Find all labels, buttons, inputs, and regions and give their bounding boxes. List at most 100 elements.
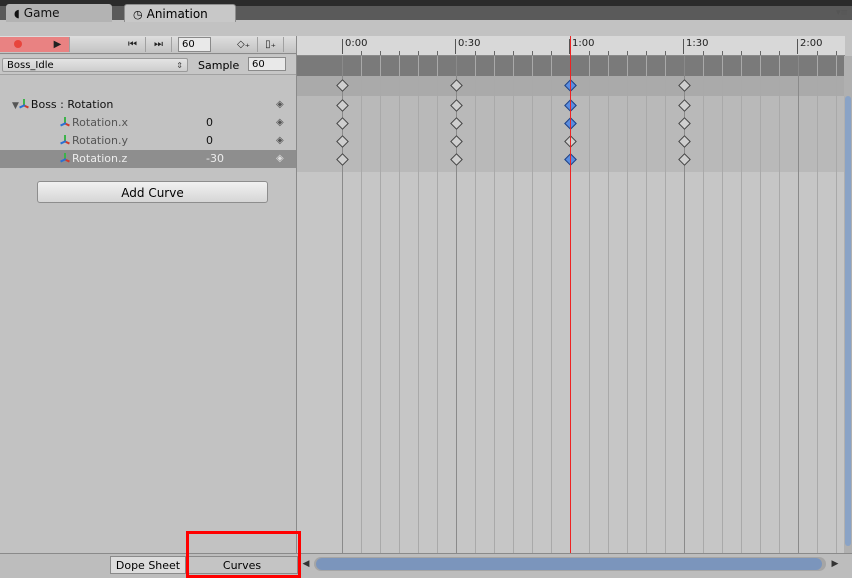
scroll-left-arrow-icon[interactable]: ◀	[300, 556, 312, 572]
grid-line	[551, 56, 552, 556]
time-ruler[interactable]: 0:00 0:30 1:00 1:30 2:00	[297, 36, 845, 56]
rotation-axis-icon	[60, 135, 70, 145]
ruler-minor-tick	[399, 51, 400, 55]
ruler-minor-tick	[475, 51, 476, 55]
ruler-minor-tick	[437, 51, 438, 55]
horizontal-scrollbar[interactable]	[314, 557, 826, 571]
keyframe-diamond-icon[interactable]: ◈	[276, 150, 284, 168]
step-forward-icon: ⏭	[154, 39, 163, 50]
ruler-minor-tick	[646, 51, 647, 55]
rotation-axis-icon	[60, 153, 70, 163]
ruler-minor-tick	[741, 51, 742, 55]
grid-line	[589, 56, 590, 556]
grid-line	[399, 56, 400, 556]
property-row-rotation-x[interactable]: Rotation.x 0 ◈	[0, 114, 296, 132]
grid-line	[342, 56, 343, 556]
clip-dropdown[interactable]: Boss_Idle ⇕	[2, 58, 188, 72]
ruler-minor-tick	[779, 51, 780, 55]
keyframe-diamond-icon[interactable]: ◈	[276, 132, 284, 150]
record-dot-icon	[14, 40, 22, 48]
property-value[interactable]: 0	[206, 132, 246, 150]
ruler-minor-tick	[532, 51, 533, 55]
ruler-minor-tick	[494, 51, 495, 55]
grid-line	[532, 56, 533, 556]
ruler-minor-tick	[608, 51, 609, 55]
grid-line	[494, 56, 495, 556]
ruler-minor-tick	[418, 51, 419, 55]
grid-line	[779, 56, 780, 556]
ruler-minor-tick	[627, 51, 628, 55]
ruler-label: 0:00	[342, 39, 367, 54]
next-keyframe-button[interactable]: ⏭	[146, 37, 172, 52]
tab-animation[interactable]: ◷ Animation	[124, 4, 236, 22]
play-icon: ▶	[53, 39, 62, 50]
clock-icon: ◷	[133, 8, 143, 21]
vertical-scrollbar[interactable]	[844, 56, 852, 556]
property-group-rotation[interactable]: ▼ Boss : Rotation ◈	[0, 96, 296, 114]
grid-line	[741, 56, 742, 556]
ruler-minor-tick	[817, 51, 818, 55]
clip-name: Boss_Idle	[7, 60, 54, 71]
step-back-icon: ⏮	[128, 39, 137, 50]
property-row-rotation-z[interactable]: Rotation.z -30 ◈	[0, 150, 296, 168]
add-event-button[interactable]: ▯₊	[258, 37, 284, 52]
ruler-minor-tick	[703, 51, 704, 55]
property-label: Rotation.x	[72, 116, 129, 129]
property-row-rotation-y[interactable]: Rotation.y 0 ◈	[0, 132, 296, 150]
grid-line	[418, 56, 419, 556]
horizontal-scroll-thumb[interactable]	[316, 558, 822, 570]
property-value[interactable]: 0	[206, 114, 246, 132]
add-keyframe-button[interactable]: ◇₊	[230, 37, 258, 52]
record-button[interactable]	[0, 37, 46, 52]
rotation-axis-icon	[60, 117, 70, 127]
add-event-icon: ▯₊	[265, 39, 276, 50]
grid-line	[665, 56, 666, 556]
grid-line	[703, 56, 704, 556]
grid-line	[608, 56, 609, 556]
animation-toolbar: ▶ ⏮ ⏭ 60 ◇₊ ▯₊	[0, 36, 296, 54]
tab-game[interactable]: ◖ Game	[6, 4, 112, 22]
grid-line	[513, 56, 514, 556]
ruler-label: 1:30	[683, 39, 708, 54]
ruler-minor-tick	[665, 51, 666, 55]
sample-input[interactable]: 60	[248, 57, 286, 71]
property-value[interactable]: -30	[206, 150, 246, 168]
grid-line	[456, 56, 457, 556]
keyframe-diamond-icon[interactable]: ◈	[276, 96, 284, 114]
tab-dope-sheet[interactable]: Dope Sheet	[110, 556, 186, 574]
sample-label: Sample	[198, 59, 240, 72]
play-button[interactable]: ▶	[46, 37, 70, 52]
grid-line	[817, 56, 818, 556]
ruler-label: 2:00	[797, 39, 822, 54]
grid-line	[760, 56, 761, 556]
previous-keyframe-button[interactable]: ⏮	[120, 37, 146, 52]
grid-line	[627, 56, 628, 556]
ruler-minor-tick	[722, 51, 723, 55]
ruler-minor-tick	[551, 51, 552, 55]
window-menu-icon[interactable]: ▾≡	[836, 8, 848, 18]
ruler-label: 0:30	[455, 39, 480, 54]
dopesheet-timeline[interactable]: 0:00 0:30 1:00 1:30 2:00	[296, 36, 845, 556]
add-curve-button[interactable]: Add Curve	[37, 181, 268, 203]
vertical-scroll-thumb[interactable]	[845, 96, 851, 546]
scroll-right-arrow-icon[interactable]: ▶	[828, 556, 842, 572]
grid-line	[437, 56, 438, 556]
frame-input[interactable]: 60	[178, 37, 211, 52]
ruler-minor-tick	[589, 51, 590, 55]
add-keyframe-icon: ◇₊	[237, 39, 250, 50]
tab-animation-label: Animation	[146, 7, 208, 21]
grid-line	[836, 56, 837, 556]
grid-line	[722, 56, 723, 556]
grid-line	[380, 56, 381, 556]
property-label: Rotation.y	[72, 134, 129, 147]
ruler-label: 1:00	[569, 39, 594, 54]
dropdown-arrow-icon: ⇕	[176, 61, 183, 70]
keyframe-diamond-icon[interactable]: ◈	[276, 114, 284, 132]
ruler-minor-tick	[836, 51, 837, 55]
clip-row: Boss_Idle ⇕ Sample 60	[0, 55, 296, 75]
property-label: Boss : Rotation	[30, 98, 114, 111]
playhead[interactable]	[570, 36, 571, 556]
grid-line	[646, 56, 647, 556]
grid-line	[798, 56, 799, 556]
grid-line	[475, 56, 476, 556]
